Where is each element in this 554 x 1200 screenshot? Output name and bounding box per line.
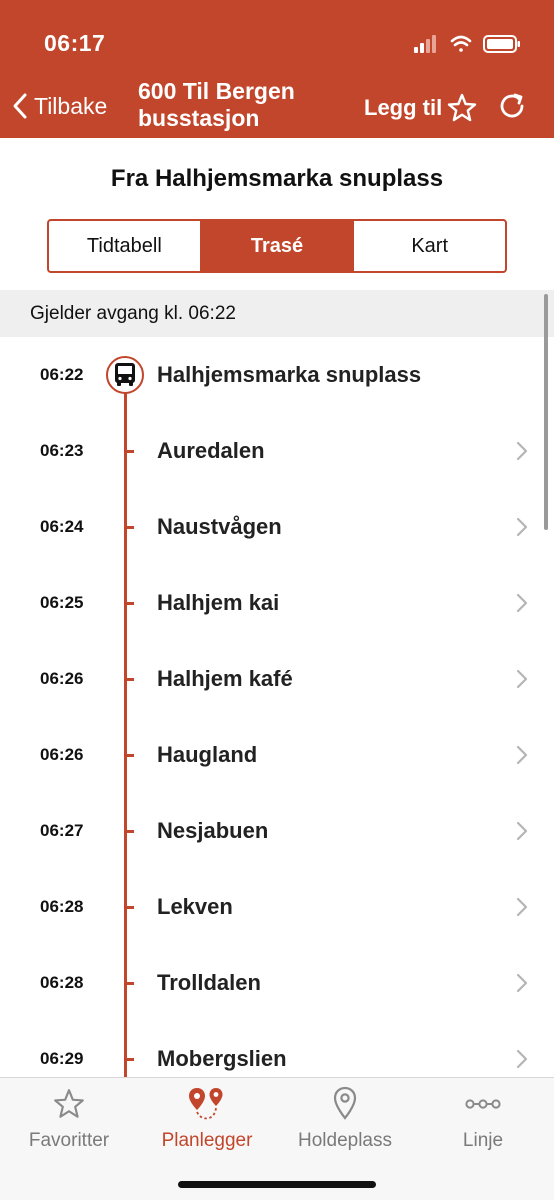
chevron-right-icon	[516, 441, 528, 461]
tab-favoritter[interactable]: Favoritter	[0, 1086, 138, 1156]
stop-time: 06:24	[40, 517, 84, 536]
tab-label: Planlegger	[161, 1130, 253, 1151]
view-segmented-control: Tidtabell Trasé Kart	[47, 219, 507, 273]
stop-row[interactable]: 06:28 Lekven	[0, 869, 554, 945]
stop-marker	[127, 830, 134, 833]
chevron-right-icon	[516, 669, 528, 689]
stop-name: Trolldalen	[157, 970, 261, 995]
stop-row[interactable]: 06:29 Mobergslien	[0, 1021, 554, 1077]
stop-marker	[127, 906, 134, 909]
stop-row[interactable]: 06:27 Nesjabuen	[0, 793, 554, 869]
stop-name: Haugland	[157, 742, 258, 767]
refresh-icon	[500, 93, 524, 118]
stop-marker	[127, 754, 134, 757]
stop-marker	[127, 450, 134, 453]
stop-time: 06:29	[40, 1049, 84, 1068]
chevron-right-icon	[516, 973, 528, 993]
home-indicator[interactable]	[178, 1181, 376, 1188]
stop-name: Auredalen	[157, 438, 265, 463]
chevron-left-icon	[13, 93, 27, 119]
stop-name: Halhjem kai	[157, 590, 280, 615]
tab-tidtabell[interactable]: Tidtabell	[49, 221, 202, 271]
stop-marker	[127, 602, 134, 605]
stop-marker	[127, 982, 134, 985]
stop-row[interactable]: 06:23 Auredalen	[0, 413, 554, 489]
stop-row[interactable]: 06:24 Naustvågen	[0, 489, 554, 565]
location-pin-icon	[276, 1086, 414, 1122]
stop-name: Halhjem kafé	[157, 666, 293, 691]
battery-icon	[483, 35, 520, 53]
stop-name: Lekven	[157, 894, 233, 919]
wifi-icon	[450, 35, 472, 52]
stop-time: 06:22	[40, 365, 84, 384]
stop-time: 06:27	[40, 821, 84, 840]
line-stops-icon	[414, 1086, 552, 1122]
tab-holdeplass[interactable]: Holdeplass	[276, 1086, 414, 1156]
star-icon	[0, 1086, 138, 1122]
chevron-right-icon	[516, 517, 528, 537]
route-pins-icon	[138, 1086, 276, 1122]
stop-row[interactable]: 06:26 Haugland	[0, 717, 554, 793]
stop-time: 06:25	[40, 593, 84, 612]
add-favorite-label: Legg til	[364, 95, 443, 120]
chevron-right-icon	[516, 593, 528, 613]
stop-time: 06:28	[40, 897, 84, 916]
page-title: 600 Til Bergen busstasjon	[138, 78, 295, 131]
tab-label: Holdeplass	[298, 1130, 392, 1151]
tab-kart[interactable]: Kart	[354, 221, 505, 271]
stop-name: Nesjabuen	[157, 818, 269, 843]
stop-time: 06:26	[40, 745, 84, 764]
chevron-right-icon	[516, 1049, 528, 1069]
refresh-button[interactable]	[496, 90, 528, 122]
origin-title: Fra Halhjemsmarka snuplass	[110, 165, 444, 192]
status-icons	[414, 32, 524, 56]
stop-time: 06:23	[40, 441, 84, 460]
stop-name: Naustvågen	[157, 514, 282, 539]
stop-marker	[127, 1058, 134, 1061]
stop-list: 06:22 Halhjemsmarka snuplass 06:23 Aured…	[0, 337, 554, 1077]
departure-banner: Gjelder avgang kl. 06:22	[0, 290, 554, 337]
tab-trase[interactable]: Trasé	[201, 221, 355, 271]
stop-name: Halhjemsmarka snuplass	[157, 362, 422, 387]
signal-icon	[414, 35, 436, 53]
chevron-right-icon	[516, 897, 528, 917]
scrollbar[interactable]	[544, 294, 548, 530]
tab-label: Linje	[462, 1130, 504, 1151]
stop-name: Mobergslien	[157, 1046, 287, 1071]
back-button[interactable]: Tilbake	[12, 86, 107, 126]
stop-row[interactable]: 06:28 Trolldalen	[0, 945, 554, 1021]
stop-row-origin: 06:22 Halhjemsmarka snuplass	[0, 337, 554, 413]
chevron-right-icon	[516, 745, 528, 765]
stop-row[interactable]: 06:26 Halhjem kafé	[0, 641, 554, 717]
tab-label: Favoritter	[28, 1130, 110, 1151]
tab-linje[interactable]: Linje	[414, 1086, 552, 1156]
back-label: Tilbake	[34, 92, 108, 119]
star-icon	[448, 93, 477, 122]
chevron-right-icon	[516, 821, 528, 841]
status-time: 06:17	[44, 30, 106, 56]
header-bar: 06:17 Tilbake 600 Til Bergen busstasjon …	[0, 0, 554, 138]
stop-time: 06:26	[40, 669, 84, 688]
stop-marker	[127, 678, 134, 681]
add-favorite-button[interactable]: Legg til	[364, 92, 478, 124]
tab-planlegger[interactable]: Planlegger	[138, 1086, 276, 1156]
bus-icon	[106, 356, 144, 394]
stop-time: 06:28	[40, 973, 84, 992]
stop-row[interactable]: 06:25 Halhjem kai	[0, 565, 554, 641]
stop-marker	[127, 526, 134, 529]
